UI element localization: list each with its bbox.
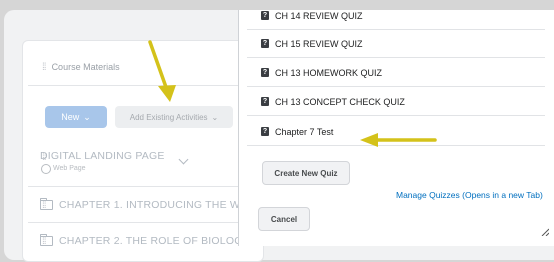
quiz-label: Chapter 7 Test [275,126,334,137]
new-button-label: New [61,112,80,122]
section-title: Course Materials [51,62,120,72]
create-new-quiz-button[interactable]: Create New Quiz [262,161,350,185]
quiz-icon: ? [261,68,269,77]
chevron-down-icon: ⌄ [83,111,91,122]
landing-page-title: DIGITAL LANDING PAGE [40,150,165,162]
quiz-icon: ? [261,127,269,136]
manage-quizzes-link[interactable]: Manage Quizzes (Opens in a new Tab) [396,190,543,200]
globe-icon [41,164,51,174]
folder-icon [40,198,53,210]
quiz-icon: ? [261,39,269,48]
quiz-selection-dialog: ? CH 14 REVIEW QUIZ ? CH 15 REVIEW QUIZ … [238,10,554,246]
landing-page-item[interactable]: DIGITAL LANDING PAGE Web Page [40,150,165,174]
quiz-list-item[interactable]: ? CH 13 HOMEWORK QUIZ [247,59,545,87]
course-materials-header: ⁞⁞ Course Materials [28,49,258,86]
chapter-item[interactable]: CHAPTER 2. THE ROLE OF BIOLOGY [40,234,250,247]
quiz-icon: ? [261,11,269,20]
chapter-item[interactable]: CHAPTER 1. INTRODUCING THE WO [40,198,249,211]
quiz-label: CH 13 CONCEPT CHECK QUIZ [275,96,405,107]
chapter-title: CHAPTER 1. INTRODUCING THE WO [59,199,249,211]
divider [28,186,258,187]
quiz-icon: ? [261,97,269,106]
chapter-title: CHAPTER 2. THE ROLE OF BIOLOGY [59,235,250,247]
chevron-down-icon: ⌄ [211,112,219,122]
quiz-list-item[interactable]: ? CH 14 REVIEW QUIZ [247,10,545,30]
add-existing-label: Add Existing Activities [129,112,208,122]
quiz-list-item[interactable]: ? CH 13 CONCEPT CHECK QUIZ [247,88,545,116]
drag-handle-icon[interactable]: ⁞⁞ [42,62,46,73]
quiz-list-item[interactable]: ? Chapter 7 Test [247,118,545,146]
quiz-label: CH 15 REVIEW QUIZ [275,38,363,49]
new-button[interactable]: New ⌄ [45,106,107,128]
landing-page-type: Web Page [53,165,86,172]
quiz-label: CH 14 REVIEW QUIZ [275,10,363,21]
add-existing-activities-button[interactable]: Add Existing Activities ⌄ [115,106,233,128]
quiz-list-item[interactable]: ? CH 15 REVIEW QUIZ [247,30,545,58]
resize-handle-icon[interactable] [541,228,549,236]
cancel-button[interactable]: Cancel [258,207,310,231]
divider [28,222,258,223]
quiz-label: CH 13 HOMEWORK QUIZ [275,67,383,78]
folder-icon [40,234,53,246]
